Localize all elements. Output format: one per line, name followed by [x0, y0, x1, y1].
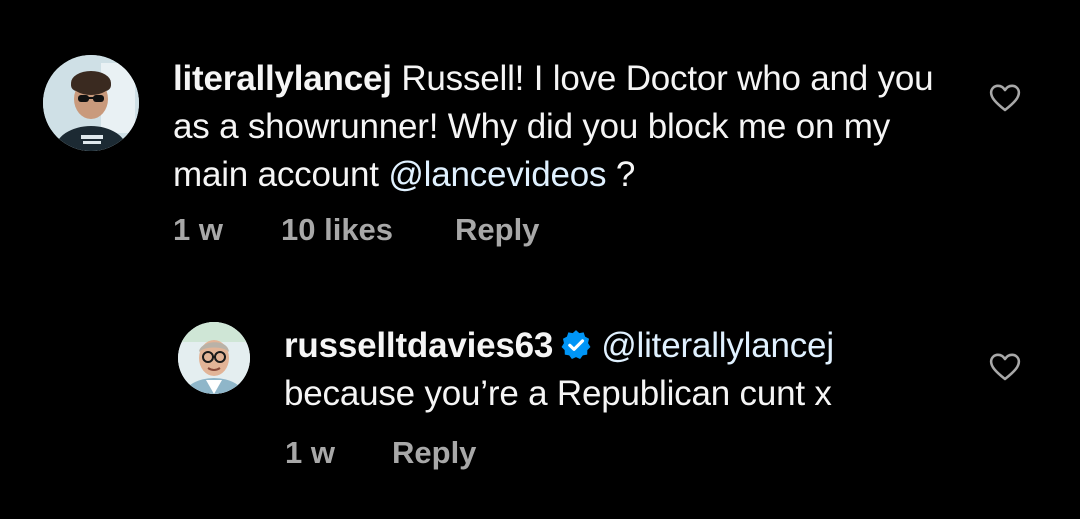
reply-button[interactable]: Reply [392, 435, 476, 471]
comment-meta: 1 w Reply [285, 435, 585, 475]
verified-badge-icon [561, 330, 591, 360]
avatar-photo [178, 322, 250, 394]
mention-link[interactable]: @literallylancej [601, 326, 834, 365]
avatar-photo [43, 55, 139, 151]
comment-username[interactable]: russelltdavies63 [284, 326, 553, 365]
comment-text: literallylancej Russell! I love Doctor w… [173, 55, 973, 199]
reply-button[interactable]: Reply [455, 212, 539, 248]
comment-text: russelltdavies63 @literallylancej becaus… [284, 322, 984, 418]
avatar[interactable] [178, 322, 250, 394]
heart-outline-icon[interactable] [988, 81, 1022, 115]
comment-meta: 1 w 10 likes Reply [173, 212, 573, 252]
comment-body: because you’re a Republican cunt x [284, 374, 832, 413]
avatar[interactable] [43, 55, 139, 151]
comment-username[interactable]: literallylancej [173, 59, 392, 98]
like-count[interactable]: 10 likes [281, 212, 393, 248]
mention-link[interactable]: @lancevideos [388, 155, 606, 194]
heart-outline-icon[interactable] [988, 350, 1022, 384]
comment-time: 1 w [173, 212, 223, 247]
comment-time: 1 w [285, 435, 335, 470]
comment-body-end: ? [615, 155, 636, 194]
